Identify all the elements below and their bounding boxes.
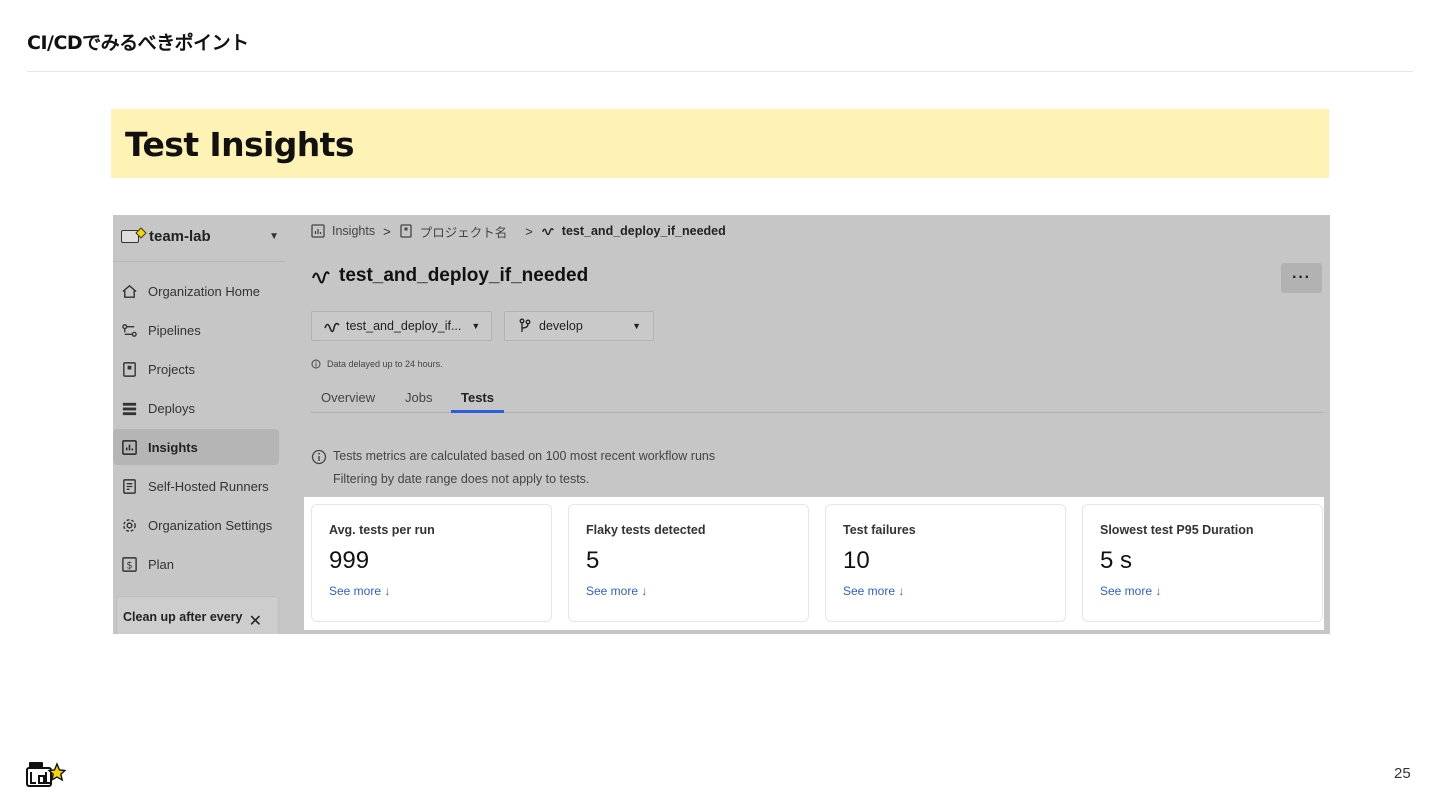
- sidebar-divider: [113, 261, 285, 262]
- tab-jobs[interactable]: Jobs: [395, 390, 442, 413]
- metric-card-slowest-test: Slowest test P95 Duration 5 s See more ↓: [1082, 504, 1323, 622]
- see-more-link[interactable]: See more ↓: [329, 584, 534, 598]
- breadcrumb-workflow: test_and_deploy_if_needed: [561, 224, 726, 238]
- title-band: Test Insights: [111, 109, 1329, 178]
- sidebar-item-insights[interactable]: Insights: [113, 429, 279, 465]
- more-options-button[interactable]: ···: [1281, 263, 1322, 293]
- page-number: 25: [1394, 765, 1411, 782]
- workflow-title-text: test_and_deploy_if_needed: [339, 265, 589, 286]
- sidebar-item-organization-settings[interactable]: Organization Settings: [113, 507, 285, 543]
- teamlab-logo: [26, 760, 67, 787]
- project-icon: [121, 361, 138, 378]
- workflow-select-value: test_and_deploy_if...: [346, 319, 462, 333]
- sidebar-item-label: Pipelines: [148, 322, 201, 338]
- notice-line-1: Tests metrics are calculated based on 10…: [333, 449, 716, 463]
- chevron-right-icon: >: [383, 223, 391, 239]
- sidebar-item-plan[interactable]: $ Plan: [113, 546, 285, 582]
- notice-line-2: Filtering by date range does not apply t…: [333, 472, 590, 486]
- promo-banner: Clean up after every ✕: [116, 596, 279, 634]
- metric-card-avg-tests: Avg. tests per run 999 See more ↓: [311, 504, 552, 622]
- metric-label: Flaky tests detected: [586, 523, 706, 537]
- sidebar-item-label: Projects: [148, 361, 195, 377]
- dollar-icon: $: [121, 556, 138, 573]
- gear-icon: [121, 517, 138, 534]
- workflow-icon: [541, 224, 555, 238]
- sidebar: team-lab ▼ Organization Home Pipelines P…: [113, 215, 285, 634]
- metric-label: Slowest test P95 Duration: [1100, 523, 1254, 537]
- sidebar-item-deploys[interactable]: Deploys: [113, 390, 285, 426]
- metric-value: 5: [586, 547, 600, 574]
- info-icon: [311, 449, 327, 465]
- see-more-link[interactable]: See more ↓: [843, 584, 1048, 598]
- slide-header: CI/CDでみるべきポイント: [27, 32, 249, 54]
- workflow-icon: [324, 318, 340, 334]
- sidebar-item-organization-home[interactable]: Organization Home: [113, 273, 285, 309]
- metric-value: 10: [843, 547, 870, 574]
- org-logo-icon: [121, 229, 139, 243]
- metric-label: Avg. tests per run: [329, 523, 435, 537]
- close-icon[interactable]: ✕: [249, 611, 262, 631]
- caret-down-icon: ▼: [269, 230, 279, 242]
- see-more-link[interactable]: See more ↓: [1100, 584, 1305, 598]
- insights-icon: [311, 224, 325, 238]
- sidebar-item-projects[interactable]: Projects: [113, 351, 285, 387]
- project-icon: [399, 224, 413, 238]
- promo-text: Clean up after every: [123, 610, 243, 624]
- branch-select[interactable]: develop ▼: [504, 311, 654, 341]
- tab-tests[interactable]: Tests: [451, 390, 504, 413]
- sidebar-item-label: Self-Hosted Runners: [148, 478, 269, 494]
- deploys-icon: [121, 400, 138, 417]
- circleci-screenshot: team-lab ▼ Organization Home Pipelines P…: [113, 215, 1330, 634]
- slide-title: Test Insights: [125, 125, 354, 164]
- caret-down-icon: ▼: [632, 321, 641, 331]
- org-name: team-lab: [149, 227, 211, 245]
- runner-icon: [121, 478, 138, 495]
- see-more-link[interactable]: See more ↓: [586, 584, 791, 598]
- sidebar-item-pipelines[interactable]: Pipelines: [113, 312, 285, 348]
- info-icon: [311, 359, 321, 369]
- data-delay-note: Data delayed up to 24 hours.: [311, 359, 443, 369]
- metric-card-test-failures: Test failures 10 See more ↓: [825, 504, 1066, 622]
- metric-value: 999: [329, 547, 370, 574]
- branch-select-value: develop: [539, 319, 583, 333]
- breadcrumb-insights[interactable]: Insights: [332, 224, 375, 238]
- branch-icon: [517, 318, 533, 334]
- breadcrumb-project[interactable]: プロジェクト名: [420, 222, 508, 241]
- tab-overview[interactable]: Overview: [311, 390, 385, 413]
- slide: CI/CDでみるべきポイント Test Insights team-lab ▼ …: [0, 0, 1440, 810]
- workflow-title: test_and_deploy_if_needed: [311, 265, 588, 287]
- header-divider: [27, 71, 1413, 72]
- tests-metrics-notice: Tests metrics are calculated based on 10…: [311, 445, 715, 491]
- svg-text:$: $: [126, 560, 132, 571]
- insights-icon: [121, 439, 138, 456]
- chevron-right-icon: >: [525, 223, 533, 239]
- metric-label: Test failures: [843, 523, 916, 537]
- sidebar-item-label: Plan: [148, 556, 175, 572]
- metric-card-flaky-tests: Flaky tests detected 5 See more ↓: [568, 504, 809, 622]
- home-icon: [121, 283, 138, 300]
- metric-value: 5 s: [1100, 547, 1133, 574]
- org-switcher[interactable]: team-lab ▼: [121, 221, 279, 251]
- sidebar-item-label: Organization Settings: [148, 517, 273, 533]
- sidebar-nav: Organization Home Pipelines Projects Dep…: [113, 273, 285, 585]
- tab-bar: Overview Jobs Tests: [311, 385, 1323, 413]
- sidebar-item-label: Deploys: [148, 400, 195, 416]
- workflow-select[interactable]: test_and_deploy_if... ▼: [311, 311, 492, 341]
- sidebar-item-label: Insights: [148, 439, 198, 455]
- data-delay-text: Data delayed up to 24 hours.: [327, 359, 443, 369]
- workflow-icon: [311, 266, 331, 286]
- breadcrumb: Insights > プロジェクト名 > test_and_deploy_if_…: [311, 222, 726, 240]
- caret-down-icon: ▼: [471, 321, 481, 331]
- sidebar-item-label: Organization Home: [148, 283, 260, 299]
- sidebar-item-self-hosted-runners[interactable]: Self-Hosted Runners: [113, 468, 285, 504]
- pipelines-icon: [121, 322, 138, 339]
